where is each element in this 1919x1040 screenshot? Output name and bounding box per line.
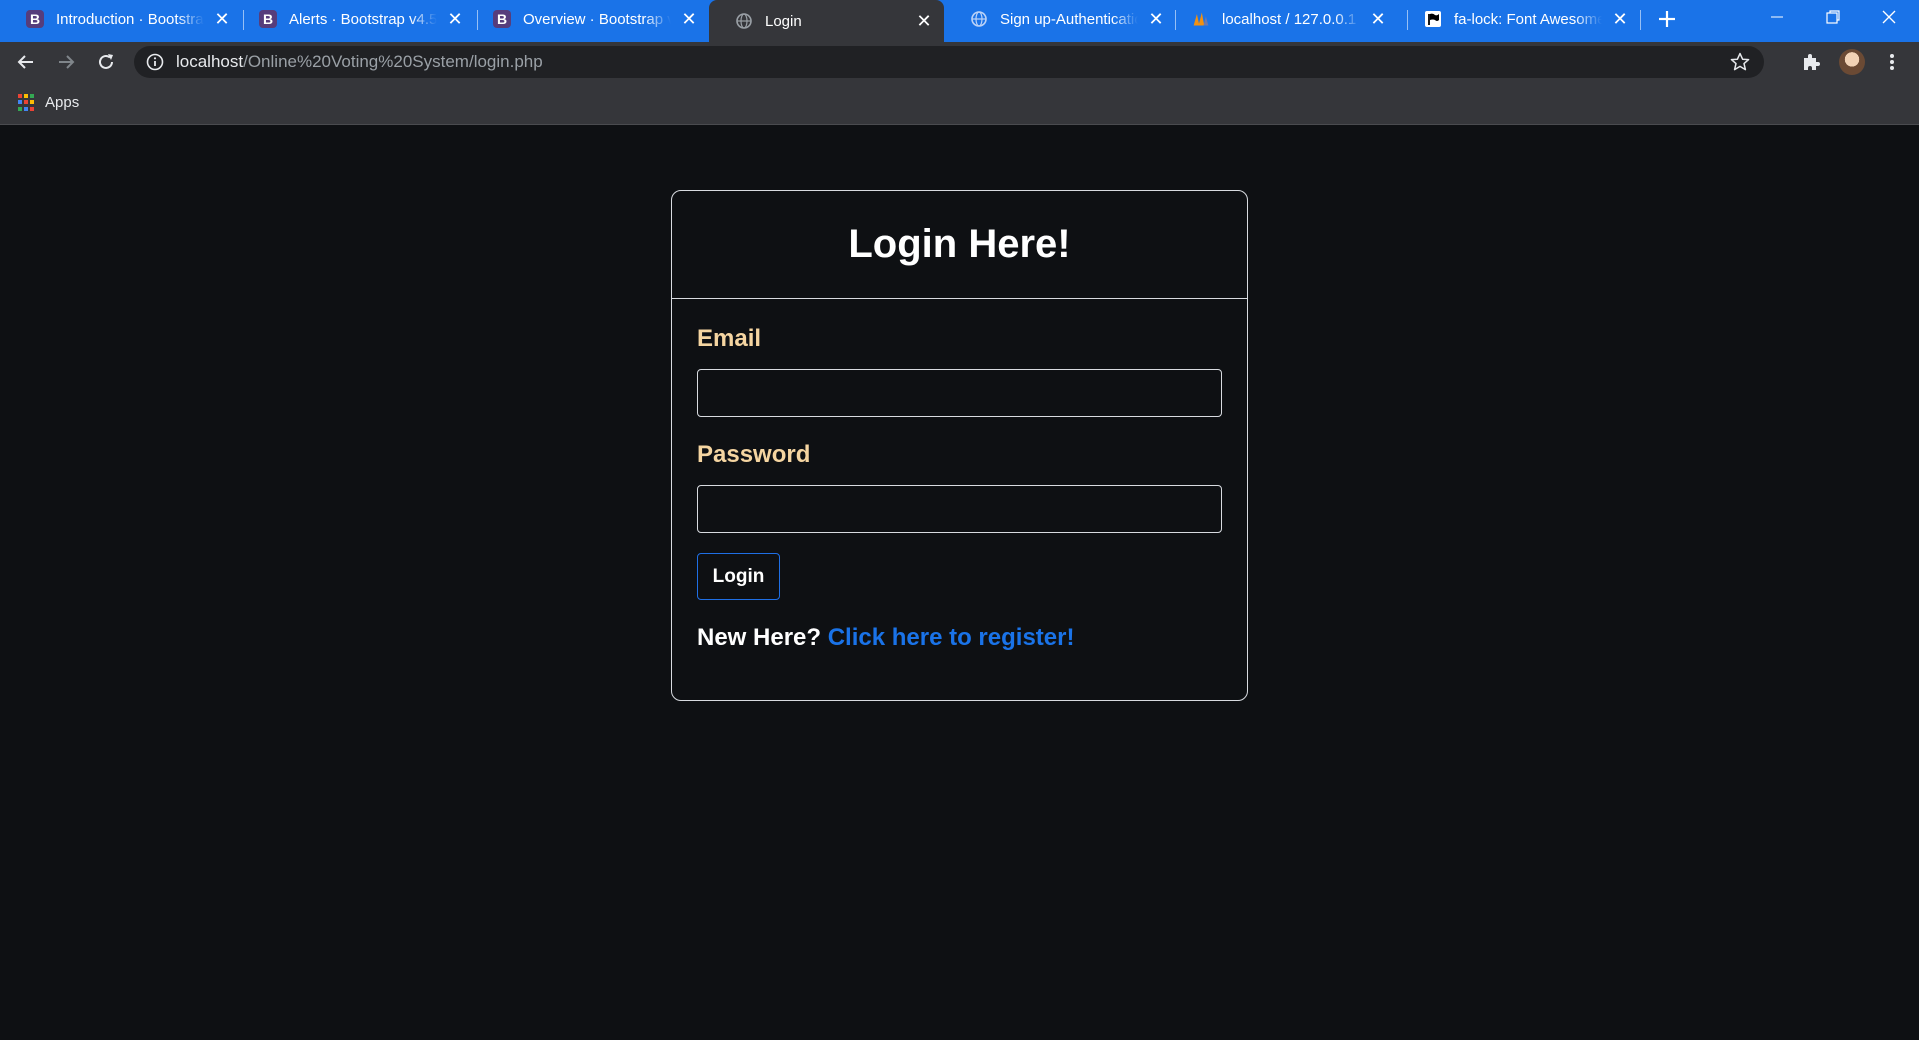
close-icon[interactable]: ✕: [679, 9, 699, 29]
profile-button[interactable]: [1836, 46, 1868, 78]
tab-overview-bootstrap[interactable]: B Overview · Bootstrap v4 ✕: [467, 0, 709, 38]
bootstrap-icon: B: [493, 10, 511, 28]
bookmark-apps[interactable]: Apps: [18, 94, 79, 111]
close-icon[interactable]: ✕: [914, 11, 934, 31]
phpmyadmin-icon: [1192, 10, 1210, 28]
bookmarks-bar: Apps: [0, 82, 1919, 125]
tab-separator: [1640, 10, 1641, 30]
restore-button[interactable]: [1805, 0, 1861, 34]
page-title: Login Here!: [848, 222, 1071, 266]
tab-title: fa-lock: Font Awesome: [1454, 10, 1602, 28]
tab-introduction-bootstrap[interactable]: B Introduction · Bootstrap ✕: [0, 0, 242, 38]
tab-title: Overview · Bootstrap v4: [523, 10, 671, 28]
close-icon[interactable]: ✕: [445, 9, 465, 29]
bootstrap-icon: B: [259, 10, 277, 28]
close-icon[interactable]: ✕: [1368, 9, 1388, 29]
globe-icon: [735, 12, 753, 30]
avatar: [1839, 49, 1865, 75]
page-content: Login Here! Email Password Login New Her…: [0, 126, 1919, 1040]
login-button[interactable]: Login: [697, 553, 780, 600]
more-vertical-icon: [1890, 54, 1894, 70]
tab-font-awesome[interactable]: fa-lock: Font Awesome ✕: [1398, 0, 1640, 38]
bookmark-star-icon[interactable]: [1730, 52, 1750, 72]
tab-phpmyadmin[interactable]: localhost / 127.0.0.1 / f ✕: [1166, 0, 1398, 38]
url-path: /Online%20Voting%20System/login.php: [243, 52, 543, 71]
register-row: New Here? Click here to register!: [697, 624, 1222, 652]
close-icon[interactable]: ✕: [1610, 9, 1630, 29]
flag-icon: [1424, 10, 1442, 28]
url-host: localhost: [176, 52, 244, 71]
url-text[interactable]: localhost/Online%20Voting%20System/login…: [176, 52, 543, 72]
tab-title: Login: [765, 12, 802, 30]
globe-icon: [970, 10, 988, 28]
password-field[interactable]: [697, 485, 1222, 533]
browser-toolbar: localhost/Online%20Voting%20System/login…: [0, 42, 1919, 82]
minimize-button[interactable]: [1749, 0, 1805, 34]
close-icon[interactable]: ✕: [212, 9, 232, 29]
register-link[interactable]: Click here to register!: [828, 624, 1075, 651]
reload-icon: [99, 54, 113, 69]
tab-login[interactable]: Login ✕: [709, 0, 944, 42]
extensions-button[interactable]: [1795, 46, 1827, 78]
reload-button[interactable]: [90, 46, 122, 78]
apps-label: Apps: [45, 94, 80, 111]
password-label: Password: [697, 441, 811, 468]
plus-icon: [1659, 11, 1675, 27]
arrow-right-icon: [59, 55, 75, 69]
register-prompt: New Here?: [697, 624, 822, 651]
tab-title: Introduction · Bootstrap: [56, 10, 204, 28]
close-window-icon: [1882, 10, 1896, 24]
email-label: Email: [697, 325, 762, 352]
login-card: Login Here! Email Password Login New Her…: [671, 190, 1248, 701]
login-card-header: Login Here!: [672, 191, 1247, 299]
apps-grid-icon: [18, 94, 35, 111]
tab-title: Sign up-Authentication: [1000, 10, 1138, 28]
bootstrap-icon: B: [26, 10, 44, 28]
restore-icon: [1826, 10, 1840, 24]
info-icon[interactable]: [146, 53, 164, 71]
login-form: Email Password Login New Here? Click her…: [672, 299, 1247, 652]
tab-title: Alerts · Bootstrap v4.5: [289, 10, 437, 28]
forward-button[interactable]: [50, 46, 82, 78]
close-window-button[interactable]: [1861, 0, 1917, 34]
close-icon[interactable]: ✕: [1146, 9, 1166, 29]
new-tab-button[interactable]: [1652, 4, 1682, 34]
tab-signup-authentication[interactable]: Sign up-Authentication ✕: [944, 0, 1176, 38]
puzzle-icon: [1804, 54, 1820, 70]
address-bar[interactable]: localhost/Online%20Voting%20System/login…: [134, 46, 1764, 78]
back-button[interactable]: [10, 46, 42, 78]
arrow-left-icon: [17, 55, 33, 69]
menu-button[interactable]: [1876, 46, 1908, 78]
email-field[interactable]: [697, 369, 1222, 417]
browser-titlebar: B Introduction · Bootstrap ✕ B Alerts · …: [0, 0, 1919, 42]
tab-title: localhost / 127.0.0.1 / f: [1222, 10, 1360, 28]
minimize-icon: [1771, 16, 1783, 18]
tab-alerts-bootstrap[interactable]: B Alerts · Bootstrap v4.5 ✕: [233, 0, 475, 38]
